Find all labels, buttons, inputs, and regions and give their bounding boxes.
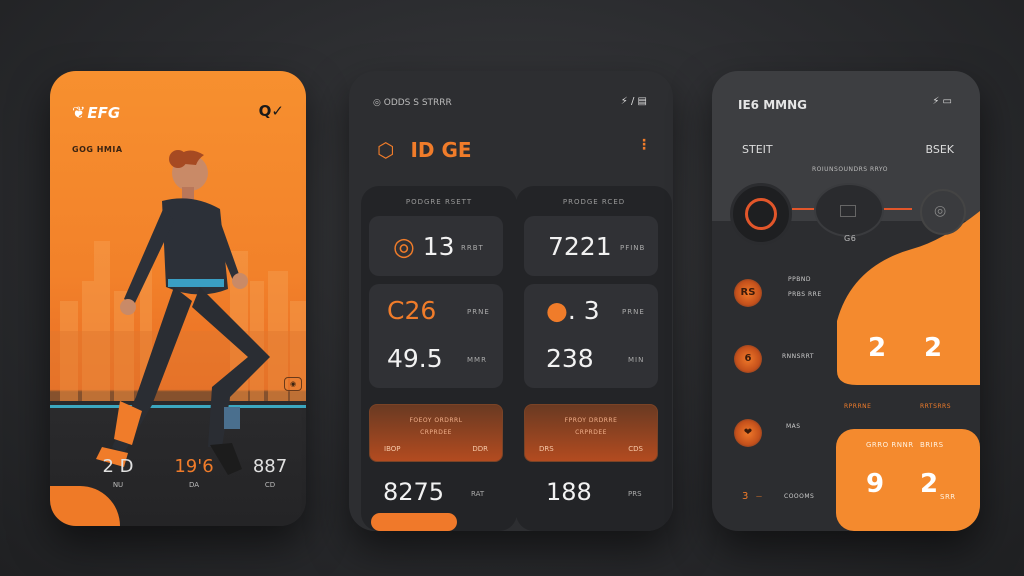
section-caption: ROIUNSOUNDRS RRYO	[812, 166, 888, 173]
stat-tile-value: C26	[387, 296, 436, 325]
stat-tile-unit: PFINB	[620, 244, 646, 252]
tile-number: 3	[583, 296, 600, 325]
stat-tile[interactable]: C26 PRNE 49.5 MMR	[369, 284, 503, 388]
stats-column-left: PODGRE RSETT ◎ 13 RRBT C26 PRNE 49.5 MMR…	[361, 186, 517, 531]
stat-tile-unit: MMR	[467, 356, 487, 364]
column-caption: PRODGE RCED	[562, 198, 626, 206]
card-title: GRRO RNNR	[866, 441, 914, 449]
gear-icon: ◎	[934, 203, 947, 219]
ring-icon: ◎	[393, 232, 415, 261]
stat-value: 887	[252, 456, 288, 477]
status-text: ODDS S STRRR	[383, 98, 452, 108]
total-unit: PRS	[628, 490, 642, 498]
stats-phone-screen: ◎ ODDS S STRRR ⚡ / ▤ ⬡ ID GE ⋮ PODGRE RSE…	[349, 71, 673, 531]
stat-tile-value: ●. 3	[546, 296, 600, 325]
row-label: PRBS RRE	[788, 291, 822, 298]
highlight-left-label: DRS	[539, 445, 554, 453]
card-title: BRIRS	[920, 441, 944, 449]
highlight-title: FOEOY ORDRRL	[409, 417, 463, 424]
stat-tile-unit: PRNE	[467, 308, 490, 316]
stat-tile[interactable]: 7221 PFINB	[524, 216, 658, 276]
highlight-tile[interactable]: FPROY DRDRRE CRPRDEE DRS CDS	[524, 404, 658, 462]
card-value: 2	[924, 333, 943, 363]
highlight-subtitle: CRPRDEE	[420, 429, 452, 436]
status-bar: ◎ ODDS S STRRR	[373, 98, 452, 108]
stat-label: DA	[188, 481, 200, 489]
stat-tile[interactable]: ●. 3 PRNE 238 MIN	[524, 284, 658, 388]
card-value: 2	[920, 469, 939, 499]
stat-tile-unit: MIN	[628, 356, 645, 364]
card-suffix: SRR	[940, 493, 956, 501]
summary-phone-screen: IE6 MMNG ⚡ ▭ STEIT BSEK ROIUNSOUNDRS RRY…	[712, 71, 980, 531]
ring-label: G6	[844, 234, 857, 243]
page-title-text: ID GE	[410, 138, 472, 162]
mid-label: RRTSRRS	[920, 403, 952, 410]
secondary-ring[interactable]	[814, 183, 884, 237]
total-value: 8275	[383, 478, 445, 506]
runner-phone-screen: ❦ EFG Q✓ GOG HMIA ◉ 2 D NU 19'6 DA 887 C…	[50, 71, 306, 526]
stat-label: NU	[112, 481, 124, 489]
card-value: 9	[866, 469, 885, 499]
stat-tile-unit: PRNE	[622, 308, 645, 316]
status-bar: IE6 MMNG	[738, 98, 807, 112]
row-label: MAS	[786, 423, 801, 430]
summary-card-top[interactable]: 2 2	[838, 271, 980, 385]
summary-card-bottom[interactable]: GRRO RNNR BRIRS 9 2 SRR	[836, 429, 980, 531]
stat-tile-value: 238	[546, 344, 594, 373]
settings-ring[interactable]: ◎	[920, 189, 966, 235]
timer-ring[interactable]	[730, 183, 792, 245]
section-label-left: STEIT	[742, 143, 773, 156]
stat-time: 19'6 DA	[164, 456, 224, 489]
pace-icon[interactable]: 6	[734, 345, 762, 373]
stat-label: CD	[264, 481, 276, 489]
stat-tile-value: ◎ 13	[393, 232, 455, 261]
tile-number: C26	[387, 296, 437, 325]
line-icon: —	[756, 493, 763, 500]
row-label: COOOMS	[784, 493, 815, 500]
stat-tile-value: 7221	[548, 232, 612, 261]
status-dot-icon: ◎	[373, 98, 381, 108]
ring-icon: ●	[546, 296, 568, 325]
stat-value: 2 D	[102, 456, 134, 477]
row-label: PPBND	[788, 276, 811, 283]
status-icons: ⚡ / ▤	[620, 96, 647, 107]
column-caption: PODGRE RSETT	[405, 198, 473, 206]
card-value: 2	[868, 333, 887, 363]
stat-calories: 887 CD	[240, 456, 300, 489]
section-label-right[interactable]: BSEK	[926, 143, 955, 156]
stat-distance: 2 D NU	[88, 456, 148, 489]
square-icon	[840, 205, 856, 217]
stat-value: 19'6	[174, 456, 214, 477]
record-icon	[745, 198, 777, 230]
highlight-tile[interactable]: FOEOY ORDRRL CRPRDEE IBOP DDR	[369, 404, 503, 462]
start-button[interactable]	[371, 513, 457, 531]
more-menu-icon[interactable]: ⋮	[637, 137, 651, 153]
highlight-right-label: DDR	[472, 445, 488, 453]
fire-icon: ⬡	[377, 138, 395, 162]
heart-icon[interactable]: ❤	[734, 419, 762, 447]
tile-number: 13	[422, 232, 455, 261]
page-title: ⬡ ID GE	[377, 138, 472, 162]
highlight-left-label: IBOP	[384, 445, 401, 453]
stat-tile-unit: RRBT	[461, 244, 484, 252]
total-unit: RAT	[471, 490, 485, 498]
activity-icon[interactable]: RS	[734, 279, 762, 307]
highlight-right-label: CDS	[628, 445, 643, 453]
mid-label: RPRRNE	[844, 403, 872, 410]
total-value: 188	[546, 478, 592, 506]
status-icons: ⚡ ▭	[932, 96, 952, 107]
row-number: 3	[742, 491, 749, 502]
highlight-subtitle: CRPRDEE	[575, 429, 607, 436]
stats-column-right: PRODGE RCED 7221 PFINB ●. 3 PRNE 238 MIN…	[516, 186, 672, 531]
stat-tile[interactable]: ◎ 13 RRBT	[369, 216, 503, 276]
row-label: RNNSRRT	[782, 353, 815, 360]
stat-tile-value: 49.5	[387, 344, 443, 373]
highlight-title: FPROY DRDRRE	[564, 417, 618, 424]
